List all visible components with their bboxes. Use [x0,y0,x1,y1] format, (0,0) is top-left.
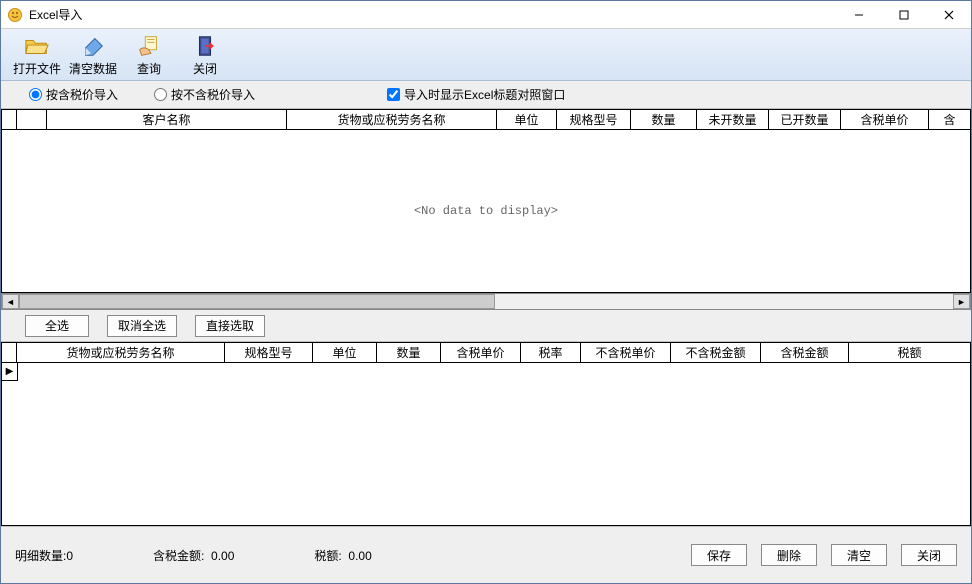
detail-count-value: 0 [66,549,73,563]
radio-with-tax-label: 按含税价导入 [46,86,118,103]
select-all-label: 全选 [45,317,69,334]
direct-pick-label: 直接选取 [206,317,254,334]
detail-count-label: 明细数量: [15,549,66,563]
clear-label: 清空 [847,547,871,564]
hand-document-icon [136,33,162,59]
folder-open-icon [24,33,50,59]
grid-top-header-row: 客户名称 货物或应税劳务名称 单位 规格型号 数量 未开数量 已开数量 含税单价… [1,110,971,130]
door-exit-icon [192,33,218,59]
radio-with-tax-input[interactable] [29,88,42,101]
grid-top-header-qty[interactable]: 数量 [631,110,697,130]
radio-without-tax-input[interactable] [154,88,167,101]
radio-without-tax-label: 按不含税价导入 [171,86,255,103]
grid-bottom-header-taxamount[interactable]: 含税金额 [761,343,849,363]
detail-count: 明细数量:0 [15,547,73,564]
grid-top-header-goods[interactable]: 货物或应税劳务名称 [287,110,497,130]
delete-label: 删除 [777,547,801,564]
clear-data-label: 清空数据 [69,60,117,77]
scroll-left-icon[interactable]: ◄ [2,294,19,309]
grid-bottom-header-row: 货物或应税劳务名称 规格型号 单位 数量 含税单价 税率 不含税单价 不含税金额… [1,343,971,363]
toolbar: 打开文件 清空数据 查询 关闭 [1,29,971,81]
grid-top-header-unit[interactable]: 单位 [497,110,557,130]
grid-top-header-unopened[interactable]: 未开数量 [697,110,769,130]
close-label: 关闭 [193,60,217,77]
checkbox-show-title-label: 导入时显示Excel标题对照窗口 [404,86,565,103]
grid-bottom-header-unit[interactable]: 单位 [313,343,377,363]
close-window-button[interactable] [926,1,971,29]
grid-top-header-more[interactable]: 含 [929,110,971,130]
grid-bottom-header-indicator [1,343,17,363]
radio-without-tax[interactable]: 按不含税价导入 [154,86,255,103]
tax-amount-label: 含税金额: [153,549,204,563]
tax-amount: 含税金额: 0.00 [153,547,234,564]
open-file-label: 打开文件 [13,60,61,77]
tax-label: 税额: [314,549,341,563]
window-title: Excel导入 [29,6,836,23]
grid-bottom-header-notaxprice[interactable]: 不含税单价 [581,343,671,363]
app-icon [7,7,23,23]
tax-value: 0.00 [348,549,371,563]
grid-top-header-taxprice[interactable]: 含税单价 [841,110,929,130]
grid-bottom-header-goods[interactable]: 货物或应税劳务名称 [17,343,225,363]
grid-top-header-opened[interactable]: 已开数量 [769,110,841,130]
select-all-button[interactable]: 全选 [25,315,89,337]
deselect-all-label: 取消全选 [118,317,166,334]
grid-top-header-customer[interactable]: 客户名称 [47,110,287,130]
grid-bottom-header-taxprice[interactable]: 含税单价 [441,343,521,363]
minimize-button[interactable] [836,1,881,29]
grid-bottom-row-indicator: ▶ [2,363,18,381]
grid-bottom-header-taxrate[interactable]: 税率 [521,343,581,363]
grid-top-body: <No data to display> [1,130,971,292]
checkbox-show-title[interactable]: 导入时显示Excel标题对照窗口 [387,86,565,103]
grid-top: 客户名称 货物或应税劳务名称 单位 规格型号 数量 未开数量 已开数量 含税单价… [1,109,971,293]
grid-top-header-spec[interactable]: 规格型号 [557,110,631,130]
radio-with-tax[interactable]: 按含税价导入 [29,86,118,103]
grid-top-header-checkbox[interactable] [17,110,47,130]
deselect-all-button[interactable]: 取消全选 [107,315,177,337]
direct-pick-button[interactable]: 直接选取 [195,315,265,337]
grid-bottom-header-tax[interactable]: 税额 [849,343,971,363]
grid-top-hscrollbar[interactable]: ◄ ► [1,293,971,310]
clear-button[interactable]: 清空 [831,544,887,566]
footer-close-label: 关闭 [917,547,941,564]
scroll-track[interactable] [19,294,953,309]
footer-buttons: 保存 删除 清空 关闭 [691,544,957,566]
status-bar: 明细数量:0 含税金额: 0.00 税额: 0.00 [15,547,372,564]
scroll-thumb[interactable] [19,294,495,309]
close-button[interactable]: 关闭 [177,31,233,79]
open-file-button[interactable]: 打开文件 [9,31,65,79]
grid-top-header-indicator [1,110,17,130]
checkbox-show-title-input[interactable] [387,88,400,101]
maximize-button[interactable] [881,1,926,29]
scroll-right-icon[interactable]: ► [953,294,970,309]
titlebar: Excel导入 [1,1,971,29]
grid-bottom-header-spec[interactable]: 规格型号 [225,343,313,363]
delete-button[interactable]: 删除 [761,544,817,566]
clear-data-button[interactable]: 清空数据 [65,31,121,79]
grid-bottom-header-qty[interactable]: 数量 [377,343,441,363]
options-bar: 按含税价导入 按不含税价导入 导入时显示Excel标题对照窗口 [1,81,971,109]
query-button[interactable]: 查询 [121,31,177,79]
save-label: 保存 [707,547,731,564]
tax: 税额: 0.00 [314,547,371,564]
grid-bottom: 货物或应税劳务名称 规格型号 单位 数量 含税单价 税率 不含税单价 不含税金额… [1,342,971,526]
grid-top-no-data: <No data to display> [414,204,558,218]
footer: 明细数量:0 含税金额: 0.00 税额: 0.00 保存 删除 清空 关闭 [1,526,971,583]
save-button[interactable]: 保存 [691,544,747,566]
grid-bottom-header-notaxamount[interactable]: 不含税金额 [671,343,761,363]
footer-close-button[interactable]: 关闭 [901,544,957,566]
mid-buttons: 全选 取消全选 直接选取 [1,310,971,342]
eraser-icon [80,33,106,59]
query-label: 查询 [137,60,161,77]
grid-bottom-body: ▶ [1,363,971,525]
tax-amount-value: 0.00 [211,549,234,563]
